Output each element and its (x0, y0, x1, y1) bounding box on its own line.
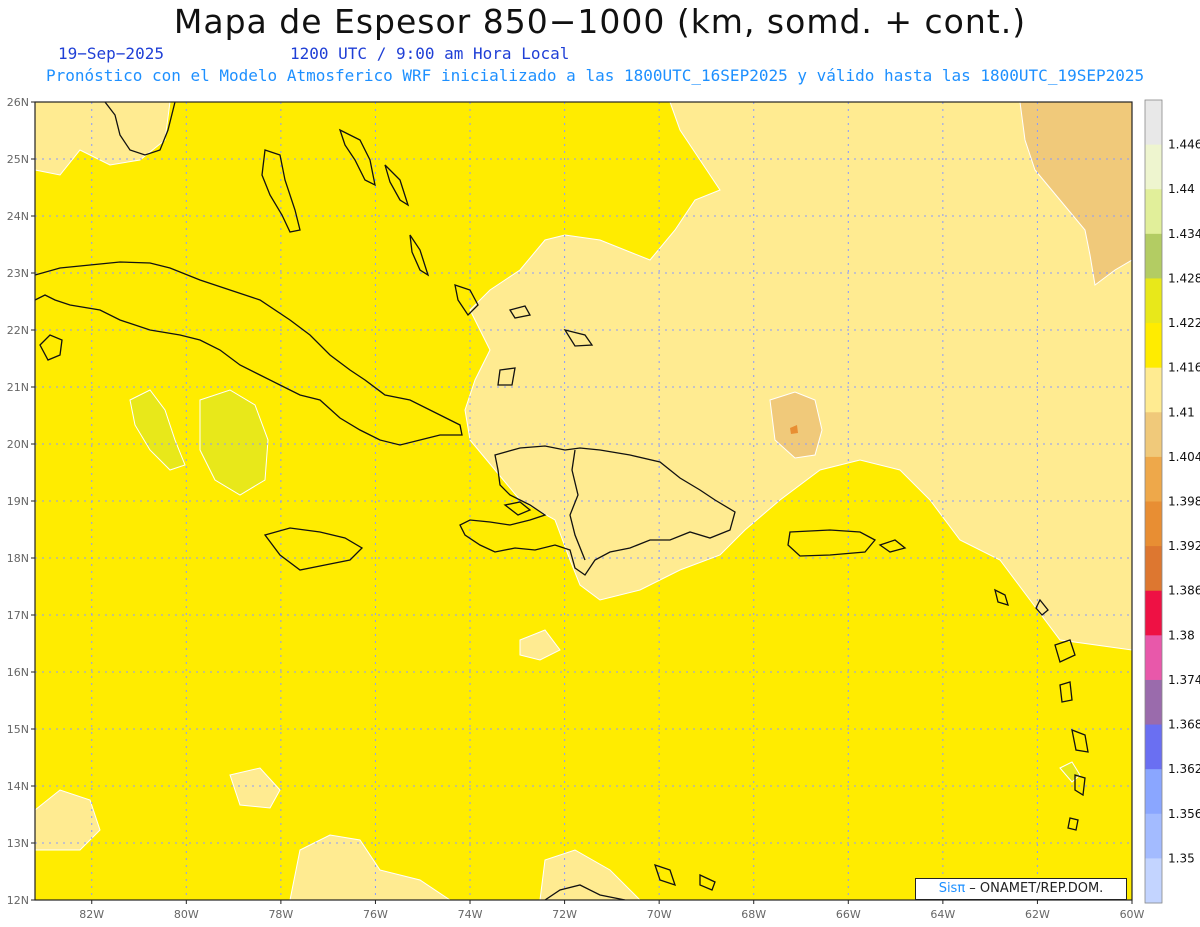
colorbar-label: 1.404 (1168, 450, 1200, 464)
colorbar-label: 1.386 (1168, 584, 1200, 598)
latitude-labels: 26N 25N 24N 23N 22N 21N 20N 19N 18N 17N 16N 15N 14N 1… (7, 96, 29, 907)
colorbar-label: 1.428 (1168, 271, 1200, 285)
lat-tick-label: 15N (7, 723, 29, 736)
colorbar-swatch (1145, 813, 1162, 859)
credit-text: – ONAMET/REP.DOM. (965, 881, 1104, 896)
lat-tick-label: 26N (7, 96, 29, 109)
colorbar-label: 1.356 (1168, 807, 1200, 821)
colorbar-label: 1.398 (1168, 495, 1200, 509)
colorbar-swatch (1145, 323, 1162, 369)
credit-box: Sisπ – ONAMET/REP.DOM. (915, 878, 1127, 900)
colorbar-swatch (1145, 724, 1162, 770)
lon-tick-label: 72W (552, 908, 577, 921)
lon-tick-label: 64W (930, 908, 955, 921)
lon-tick-label: 62W (1025, 908, 1050, 921)
colorbar-swatch (1145, 144, 1162, 190)
colorbar-swatch (1145, 501, 1162, 547)
colorbar-swatch (1145, 679, 1162, 726)
colorbar-label: 1.368 (1168, 718, 1200, 732)
colorbar-label: 1.44 (1168, 182, 1195, 196)
colorbar-swatch (1145, 546, 1162, 592)
lat-tick-label: 20N (7, 438, 29, 451)
lon-tick-label: 70W (647, 908, 672, 921)
lon-tick-label: 78W (268, 908, 293, 921)
colorbar-label: 1.362 (1168, 762, 1200, 776)
colorbar-swatch (1145, 367, 1162, 413)
lat-tick-label: 19N (7, 495, 29, 508)
colorbar-label: 1.392 (1168, 539, 1200, 553)
lon-tick-label: 66W (836, 908, 861, 921)
colorbar-swatch (1145, 278, 1162, 324)
colorbar-swatch (1145, 635, 1162, 681)
lon-tick-label: 60W (1120, 908, 1145, 921)
lon-tick-label: 74W (458, 908, 483, 921)
lat-tick-label: 25N (7, 153, 29, 166)
lon-tick-label: 82W (79, 908, 104, 921)
sispi-logo: Sisπ (938, 881, 966, 896)
lon-tick-label: 68W (741, 908, 766, 921)
colorbar-label: 1.41 (1168, 405, 1195, 419)
longitude-labels: 82W 80W 78W 76W 74W 72W 70W 68W 66W 64W 62W 60W (79, 908, 1144, 921)
lat-tick-label: 22N (7, 324, 29, 337)
lat-tick-label: 24N (7, 210, 29, 223)
colorbar-swatch (1145, 590, 1162, 636)
colorbar-label: 1.422 (1168, 316, 1200, 330)
colorbar: 1.446 1.44 1.434 1.428 1.422 1.416 1.41 1.404 1.… (1144, 99, 1200, 904)
colorbar-swatch (1145, 769, 1162, 815)
colorbar-label: 1.38 (1168, 628, 1195, 642)
lon-tick-label: 80W (174, 908, 199, 921)
colorbar-label: 1.35 (1168, 851, 1195, 865)
lat-tick-label: 12N (7, 894, 29, 907)
colorbar-swatch (1145, 456, 1162, 502)
colorbar-label: 1.374 (1168, 673, 1200, 687)
colorbar-swatch (1145, 100, 1162, 146)
lat-tick-label: 18N (7, 552, 29, 565)
lat-tick-label: 17N (7, 609, 29, 622)
lat-tick-label: 21N (7, 381, 29, 394)
colorbar-label: 1.446 (1168, 138, 1200, 152)
thickness-map: 26N 25N 24N 23N 22N 21N 20N 19N 18N 17N 16N 15N 14N 1… (7, 96, 1200, 921)
colorbar-label: 1.416 (1168, 361, 1200, 375)
lon-tick-label: 76W (363, 908, 388, 921)
colorbar-swatch (1145, 189, 1162, 235)
colorbar-swatch (1145, 858, 1162, 904)
lat-tick-label: 16N (7, 666, 29, 679)
lat-tick-label: 13N (7, 837, 29, 850)
colorbar-swatch (1145, 412, 1162, 458)
colorbar-label: 1.434 (1168, 227, 1200, 241)
lat-tick-label: 14N (7, 780, 29, 793)
lat-tick-label: 23N (7, 267, 29, 280)
colorbar-swatch (1145, 233, 1162, 279)
